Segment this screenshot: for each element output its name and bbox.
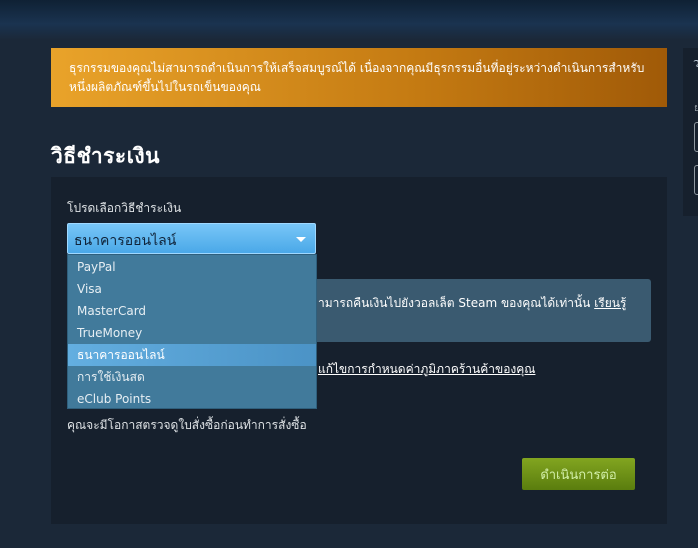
chevron-down-icon: [296, 237, 306, 242]
continue-button[interactable]: ดำเนินการต่อ: [522, 458, 635, 490]
payment-method-dropdown: PayPal Visa MasterCard TrueMoney ธนาคารอ…: [67, 254, 317, 409]
dropdown-option-online-banking[interactable]: ธนาคารออนไลน์: [68, 344, 316, 366]
refund-info-message: ามารถคืนเงินไปยังวอลเล็ต Steam ของคุณได้…: [318, 296, 595, 310]
page-title: วิธีชำระเงิน: [51, 144, 160, 168]
refund-info-text: ามารถคืนเงินไปยังวอลเล็ต Steam ของคุณได้…: [318, 294, 626, 313]
alert-text-line2: หนึ่งผลิตภัณฑ์ขึ้นไปในรถเข็นของคุณ: [69, 80, 261, 94]
right-sidebar-heading: ว: [693, 56, 698, 70]
dropdown-option-eclub-points[interactable]: eClub Points: [68, 388, 316, 410]
alert-banner: ธุรกรรมของคุณไม่สามารถดำเนินการให้เสร็จส…: [51, 48, 667, 107]
learn-more-link[interactable]: เรียนรู้: [594, 296, 626, 310]
right-sidebar-text: ย: [694, 103, 698, 114]
review-order-note: คุณจะมีโอกาสตรวจดูใบสั่งซื้อก่อนทำการสั่…: [67, 418, 307, 432]
payment-method-label: โปรดเลือกวิธีชำระเงิน: [67, 201, 182, 215]
dropdown-option-mastercard[interactable]: MasterCard: [68, 300, 316, 322]
alert-text-line1: ธุรกรรมของคุณไม่สามารถดำเนินการให้เสร็จส…: [69, 61, 645, 75]
dropdown-option-truemoney[interactable]: TrueMoney: [68, 322, 316, 344]
top-header-gradient: [0, 0, 698, 40]
right-sidebar-field-1[interactable]: [694, 122, 698, 152]
dropdown-option-cash[interactable]: การใช้เงินสด: [68, 366, 316, 388]
payment-method-selected-value: ธนาคารออนไลน์: [74, 233, 177, 249]
dropdown-option-paypal[interactable]: PayPal: [68, 256, 316, 278]
payment-method-select[interactable]: ธนาคารออนไลน์: [67, 223, 316, 254]
right-sidebar-field-2[interactable]: [694, 165, 698, 195]
dropdown-option-visa[interactable]: Visa: [68, 278, 316, 300]
edit-store-region-link[interactable]: แก้ไขการกำหนดค่าภูมิภาคร้านค้าของคุณ: [318, 360, 535, 379]
